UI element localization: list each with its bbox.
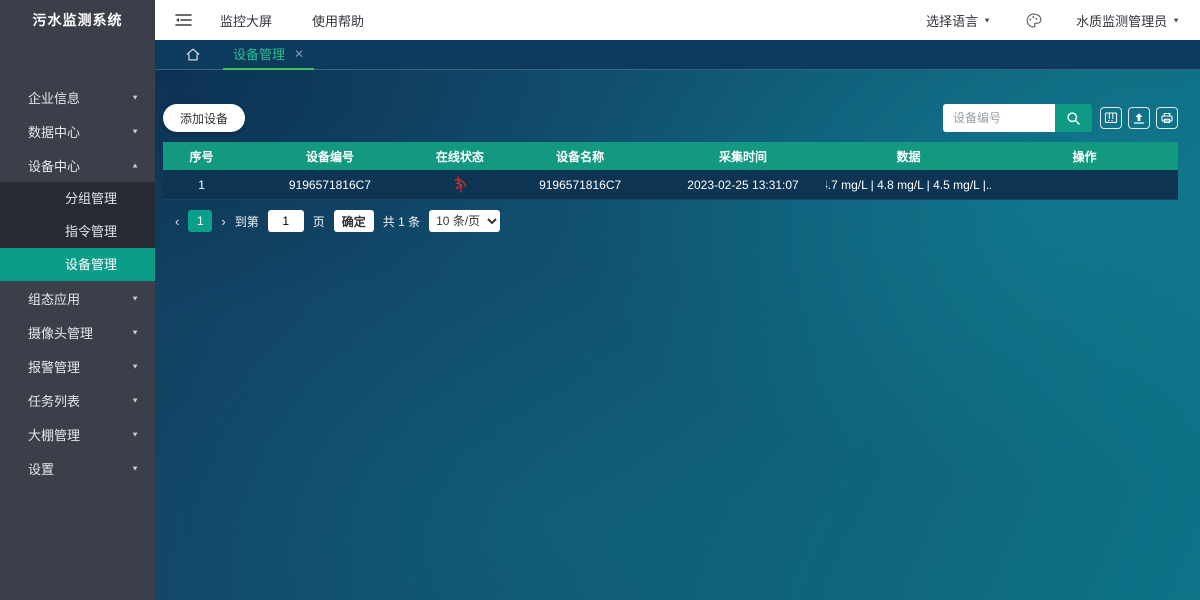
total-count-label: 共 1 条: [383, 213, 420, 230]
column-settings-button[interactable]: [1100, 107, 1122, 129]
col-header-index: 序号: [163, 142, 240, 170]
export-icon: [1132, 111, 1146, 125]
sidebar-item-label: 任务列表: [28, 391, 80, 410]
sidebar-item-label: 报警管理: [28, 357, 80, 376]
sidebar-item-label: 大棚管理: [28, 425, 80, 444]
topbar-right: 选择语言 ▼ 水质监测管理员 ▼: [926, 11, 1180, 30]
chevron-down-icon: ▼: [131, 362, 139, 370]
cell-device-name: 9196571816C7: [500, 170, 660, 199]
device-center-submenu: 分组管理 指令管理 设备管理: [0, 182, 155, 281]
chevron-down-icon: ▼: [1172, 16, 1180, 24]
sidebar-item-camera-mgmt[interactable]: 摄像头管理 ▼: [0, 315, 155, 349]
sidebar-item-device-mgmt[interactable]: 设备管理: [0, 248, 155, 281]
main-area: 监控大屏 使用帮助 选择语言 ▼ 水质监测管理员 ▼: [155, 0, 1200, 600]
page-number-button[interactable]: 1: [188, 210, 212, 232]
sidebar-menu: 企业信息 ▼ 数据中心 ▼ 设备中心 ▲ 分组管理 指令管理 设备管理 组态应用…: [0, 80, 155, 485]
tabbar: 设备管理 ✕: [155, 40, 1200, 70]
sidebar-item-enterprise-info[interactable]: 企业信息 ▼: [0, 80, 155, 114]
sidebar-item-config-app[interactable]: 组态应用 ▼: [0, 281, 155, 315]
cell-collect-time: 2023-02-25 13:31:07: [660, 170, 825, 199]
sidebar-item-label: 设备中心: [28, 156, 80, 175]
sidebar-item-label: 摄像头管理: [28, 323, 93, 342]
sidebar-item-alarm-mgmt[interactable]: 报警管理 ▼: [0, 349, 155, 383]
chevron-down-icon: ▼: [131, 464, 139, 472]
cell-device-no: 9196571816C7: [240, 170, 420, 199]
home-icon[interactable]: [185, 47, 201, 62]
language-label: 选择语言: [926, 11, 978, 30]
chevron-down-icon: ▼: [131, 93, 139, 101]
chevron-up-icon: ▲: [131, 161, 139, 169]
sidebar-item-greenhouse-mgmt[interactable]: 大棚管理 ▼: [0, 417, 155, 451]
table-toolbar: 添加设备: [163, 104, 1178, 132]
app-title: 污水监测系统: [0, 0, 155, 40]
prev-page-icon[interactable]: ‹: [175, 214, 179, 229]
pagination: ‹ 1 › 到第 页 确定 共 1 条 10 条/页: [175, 210, 1178, 232]
chevron-down-icon: ▼: [131, 396, 139, 404]
tab-device-mgmt[interactable]: 设备管理 ✕: [223, 40, 314, 70]
add-device-button[interactable]: 添加设备: [163, 104, 245, 132]
goto-prefix-label: 到第: [235, 213, 259, 230]
app-root: 污水监测系统 企业信息 ▼ 数据中心 ▼ 设备中心 ▲ 分组管理 指令管理 设备…: [0, 0, 1200, 600]
user-name: 水质监测管理员: [1076, 11, 1167, 30]
tab-label: 设备管理: [233, 44, 285, 63]
print-button[interactable]: [1156, 107, 1178, 129]
search-input[interactable]: [943, 104, 1055, 132]
cell-data: 4.7 mg/L | 4.8 mg/L | 4.5 mg/L |...: [826, 170, 991, 199]
printer-icon: [1160, 111, 1174, 125]
sidebar-item-task-list[interactable]: 任务列表 ▼: [0, 383, 155, 417]
sidebar-item-command-mgmt[interactable]: 指令管理: [0, 215, 155, 248]
col-header-device-no: 设备编号: [240, 142, 420, 170]
chevron-down-icon: ▼: [131, 294, 139, 302]
cell-status: [420, 170, 500, 199]
goto-page-input[interactable]: [268, 210, 304, 232]
page-size-select[interactable]: 10 条/页: [429, 210, 500, 232]
chevron-down-icon: ▼: [983, 16, 991, 24]
offline-wifi-icon: [448, 173, 472, 197]
col-header-status: 在线状态: [420, 142, 500, 170]
sidebar-item-label: 组态应用: [28, 289, 80, 308]
search-group: [943, 104, 1092, 132]
sidebar-item-label: 设置: [28, 459, 54, 478]
sidebar-item-label: 企业信息: [28, 88, 80, 107]
sidebar: 污水监测系统 企业信息 ▼ 数据中心 ▼ 设备中心 ▲ 分组管理 指令管理 设备…: [0, 0, 155, 600]
cell-action: [991, 170, 1178, 199]
col-header-data: 数据: [826, 142, 991, 170]
cell-index: 1: [163, 170, 240, 199]
sidebar-item-device-center[interactable]: 设备中心 ▲: [0, 148, 155, 182]
toolbar-icon-buttons: [1100, 107, 1178, 129]
nav-monitor-screen[interactable]: 监控大屏: [220, 11, 272, 30]
language-dropdown[interactable]: 选择语言 ▼: [926, 11, 991, 30]
sidebar-toggle-icon[interactable]: [175, 13, 192, 27]
chevron-down-icon: ▼: [131, 127, 139, 135]
next-page-icon[interactable]: ›: [221, 214, 225, 229]
theme-palette-icon[interactable]: [1025, 12, 1042, 29]
nav-help[interactable]: 使用帮助: [312, 11, 364, 30]
table-header-row: 序号 设备编号 在线状态 设备名称 采集时间 数据 操作: [163, 142, 1178, 170]
search-icon: [1066, 111, 1081, 126]
device-table: 序号 设备编号 在线状态 设备名称 采集时间 数据 操作 1 919657181…: [163, 142, 1178, 200]
close-icon[interactable]: ✕: [294, 48, 304, 60]
search-button[interactable]: [1055, 104, 1092, 132]
col-header-collect-time: 采集时间: [660, 142, 825, 170]
topbar: 监控大屏 使用帮助 选择语言 ▼ 水质监测管理员 ▼: [155, 0, 1200, 40]
content: 添加设备: [155, 70, 1200, 600]
sidebar-item-group-mgmt[interactable]: 分组管理: [0, 182, 155, 215]
user-dropdown[interactable]: 水质监测管理员 ▼: [1076, 11, 1180, 30]
table-row[interactable]: 1 9196571816C7 9196571816C7 2023-02-25 1…: [163, 170, 1178, 200]
page-suffix-label: 页: [313, 213, 325, 230]
sidebar-item-label: 数据中心: [28, 122, 80, 141]
chevron-down-icon: ▼: [131, 328, 139, 336]
col-header-action: 操作: [991, 142, 1178, 170]
chevron-down-icon: ▼: [131, 430, 139, 438]
confirm-button[interactable]: 确定: [334, 210, 374, 232]
export-button[interactable]: [1128, 107, 1150, 129]
columns-icon: [1104, 111, 1118, 125]
sidebar-item-data-center[interactable]: 数据中心 ▼: [0, 114, 155, 148]
sidebar-item-settings[interactable]: 设置 ▼: [0, 451, 155, 485]
col-header-device-name: 设备名称: [500, 142, 660, 170]
